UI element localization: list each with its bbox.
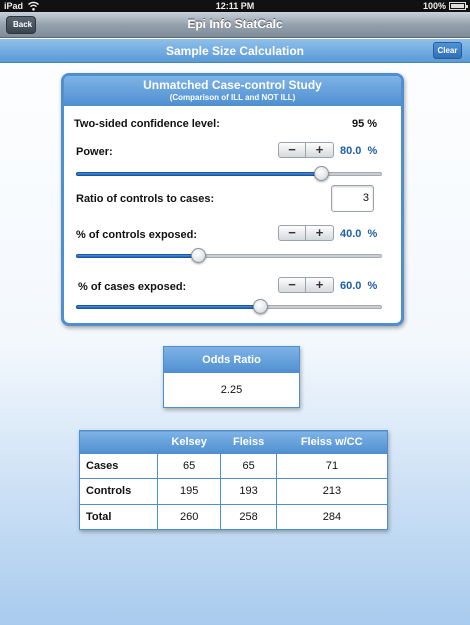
results-header-fleiss-cc: Fleiss w/CC: [276, 430, 388, 454]
ratio-input[interactable]: 3: [331, 185, 374, 212]
results-header-row: Kelsey Fleiss Fleiss w/CC: [79, 430, 388, 454]
results-header-kelsey: Kelsey: [157, 430, 221, 454]
study-subtitle: (Comparison of ILL and NOT ILL): [169, 93, 296, 102]
table-cell: 284: [275, 503, 389, 531]
controls-exposed-increment-button[interactable]: +: [306, 226, 333, 240]
cases-exposed-label: % of cases exposed:: [78, 281, 187, 293]
table-cell: 65: [220, 452, 277, 480]
controls-exposed-label: % of controls exposed:: [76, 229, 198, 241]
study-card: Unmatched Case-control Study (Comparison…: [61, 73, 404, 326]
table-cell: 213: [275, 478, 389, 505]
ratio-label: Ratio of controls to cases:: [76, 193, 215, 205]
power-label: Power:: [76, 146, 113, 158]
row-label-controls: Controls: [79, 478, 158, 505]
nav-title: Epi Info StatCalc: [187, 17, 283, 31]
cases-exposed-decrement-button[interactable]: −: [279, 278, 306, 292]
controls-exposed-stepper[interactable]: − +: [278, 225, 334, 241]
results-table: Kelsey Fleiss Fleiss w/CC Cases 65 65 71…: [79, 430, 389, 531]
power-slider[interactable]: [76, 165, 382, 183]
odds-ratio-label: Odds Ratio: [164, 347, 299, 373]
table-cell: 71: [275, 452, 389, 480]
slider-thumb[interactable]: [252, 299, 268, 314]
cases-exposed-increment-button[interactable]: +: [306, 278, 333, 292]
cases-exposed-value: 60.0 %: [340, 280, 378, 292]
table-cell: 65: [156, 452, 222, 480]
table-row: Cases 65 65 71: [79, 452, 389, 480]
table-row: Controls 195 193 213: [79, 478, 389, 505]
cases-exposed-slider[interactable]: [76, 298, 382, 316]
clear-button[interactable]: Clear: [433, 42, 462, 59]
slider-thumb[interactable]: [313, 166, 329, 181]
page-title: Sample Size Calculation: [165, 44, 305, 58]
controls-exposed-decrement-button[interactable]: −: [279, 226, 306, 240]
table-row: Total 260 258 284: [79, 503, 389, 531]
table-cell: 195: [156, 478, 222, 505]
navigation-bar: Back Epi Info StatCalc: [0, 12, 470, 38]
app-screen: iPad 12:11 PM 100% Back Epi Info StatCal…: [0, 0, 470, 625]
results-header-blank: [79, 430, 158, 454]
power-value: 80.0 %: [340, 145, 378, 157]
controls-exposed-value: 40.0 %: [340, 228, 378, 240]
cases-exposed-stepper[interactable]: − +: [278, 277, 334, 293]
slider-thumb[interactable]: [191, 248, 207, 263]
controls-exposed-slider[interactable]: [76, 247, 382, 265]
power-decrement-button[interactable]: −: [279, 143, 306, 157]
status-bar: iPad 12:11 PM 100%: [0, 0, 470, 12]
confidence-label: Two-sided confidence level:: [74, 118, 220, 130]
table-cell: 258: [220, 503, 277, 531]
confidence-value[interactable]: 95 %: [352, 118, 377, 130]
clock: 12:11 PM: [215, 1, 255, 11]
power-stepper[interactable]: − +: [278, 142, 334, 158]
battery-icon: [449, 2, 468, 10]
study-card-header: Unmatched Case-control Study (Comparison…: [64, 76, 401, 106]
row-label-cases: Cases: [79, 452, 158, 480]
table-cell: 260: [156, 503, 222, 531]
power-increment-button[interactable]: +: [306, 143, 333, 157]
battery-percent: 100%: [422, 1, 446, 11]
sub-header: Sample Size Calculation Clear: [0, 39, 470, 63]
study-title: Unmatched Case-control Study: [143, 78, 322, 92]
row-label-total: Total: [79, 503, 158, 531]
odds-ratio-box: Odds Ratio 2.25: [163, 346, 300, 408]
results-header-fleiss: Fleiss: [220, 430, 277, 454]
odds-ratio-value: 2.25: [220, 384, 243, 396]
table-cell: 193: [220, 478, 277, 505]
